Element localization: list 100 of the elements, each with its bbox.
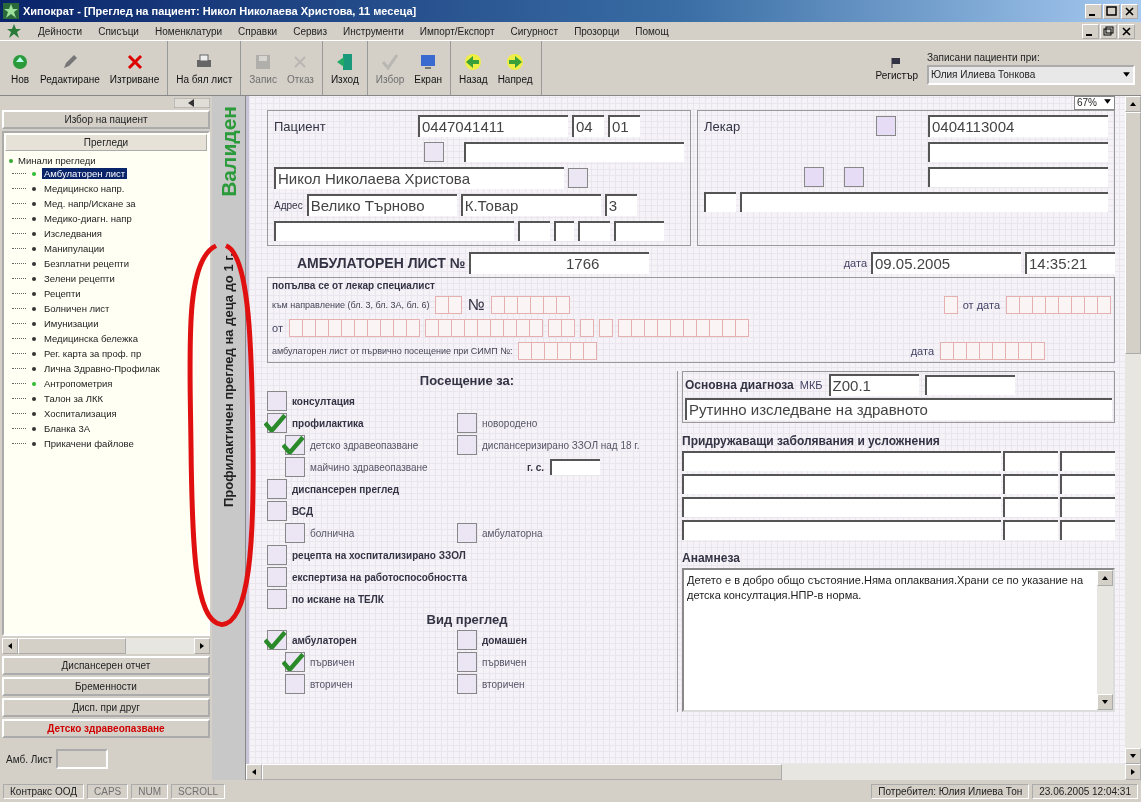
sheet-number-field[interactable]: 1766 xyxy=(469,252,650,274)
toolbar-button[interactable]: Изход xyxy=(325,41,364,95)
menu-item[interactable]: Номенклатури xyxy=(154,25,223,37)
digit-field[interactable] xyxy=(943,296,957,314)
text-field[interactable] xyxy=(704,192,736,212)
checkbox[interactable] xyxy=(457,674,477,694)
tree-item[interactable]: Бланка 3А xyxy=(42,423,93,434)
digit-field[interactable] xyxy=(579,319,593,337)
date-field[interactable]: 09.05.2005 xyxy=(871,252,1021,274)
digit-field[interactable] xyxy=(424,319,542,337)
select-patient-button[interactable]: Избор на пациент xyxy=(2,110,210,129)
text-field[interactable] xyxy=(1003,520,1058,540)
zoom-dropdown[interactable]: 67% xyxy=(1074,96,1115,110)
checkbox[interactable] xyxy=(457,413,477,433)
text-field[interactable] xyxy=(1060,520,1115,540)
checkbox[interactable] xyxy=(285,674,305,694)
diagnosis-field[interactable]: Рутинно изследване на здравното xyxy=(685,398,1112,420)
text-field[interactable] xyxy=(550,459,601,475)
toolbar-button[interactable]: Назад xyxy=(454,41,493,95)
digit-field[interactable] xyxy=(490,296,569,314)
scroll-left-button[interactable] xyxy=(2,638,18,654)
text-field[interactable] xyxy=(1003,451,1058,471)
register-button[interactable]: Регистър xyxy=(870,41,923,95)
tree-item[interactable]: Рег. карта за проф. пр xyxy=(42,348,144,359)
number-field[interactable]: 3 xyxy=(604,194,637,216)
toolbar-button[interactable]: На бял лист xyxy=(171,41,238,95)
tree-item[interactable]: Безплатни рецепти xyxy=(42,258,131,269)
bullet-icon[interactable] xyxy=(8,157,14,164)
menu-item[interactable]: Сигурност xyxy=(510,25,559,37)
tree-item[interactable]: Антропометрия xyxy=(42,378,115,389)
text-field[interactable] xyxy=(928,142,1108,162)
checkbox[interactable] xyxy=(267,630,287,650)
icd-code-field[interactable]: Z00.1 xyxy=(828,374,919,396)
checkbox[interactable] xyxy=(285,457,305,477)
region-field[interactable]: 04 xyxy=(572,115,604,137)
checkbox[interactable] xyxy=(457,523,477,543)
checkbox[interactable] xyxy=(457,630,477,650)
scroll-left-button[interactable] xyxy=(246,764,262,780)
tree-item[interactable]: Болничен лист xyxy=(42,303,112,314)
checkbox[interactable] xyxy=(267,545,287,565)
doctor-id-field[interactable]: 0404113004 xyxy=(928,115,1108,137)
id-number-field[interactable]: 0447041411 xyxy=(418,115,568,137)
city-field[interactable]: Велико Търново xyxy=(306,194,457,216)
minimize-button[interactable] xyxy=(1085,3,1102,19)
text-field[interactable] xyxy=(554,221,574,241)
section-button[interactable]: Бременности xyxy=(2,677,210,696)
scroll-thumb[interactable] xyxy=(18,638,126,654)
checkbox[interactable] xyxy=(457,435,477,455)
text-field[interactable] xyxy=(464,142,684,162)
collapse-button[interactable] xyxy=(174,98,210,108)
text-field[interactable] xyxy=(1003,497,1058,517)
patient-name-field[interactable]: Никол Николаева Христова xyxy=(274,167,564,189)
text-field[interactable] xyxy=(682,520,1001,540)
text-field[interactable] xyxy=(682,474,1001,494)
menu-item[interactable]: Прозорци xyxy=(574,25,620,37)
tree-item[interactable]: Прикачени файлове xyxy=(42,438,136,449)
toolbar-button[interactable]: Екран xyxy=(409,41,447,95)
text-field[interactable] xyxy=(274,221,514,241)
toolbar-button[interactable]: Напред xyxy=(492,41,538,95)
checkbox[interactable] xyxy=(804,167,824,187)
digit-field[interactable] xyxy=(518,342,597,360)
time-field[interactable]: 14:35:21 xyxy=(1025,252,1115,274)
scroll-up-button[interactable] xyxy=(1125,96,1141,112)
digit-field[interactable] xyxy=(547,319,574,337)
text-field[interactable] xyxy=(578,221,610,241)
digit-field[interactable] xyxy=(617,319,748,337)
digit-field[interactable] xyxy=(288,319,419,337)
text-field[interactable] xyxy=(682,497,1001,517)
tree-item[interactable]: Имунизации xyxy=(42,318,101,329)
tree-item[interactable]: Манипулации xyxy=(42,243,107,254)
tree-item[interactable]: Лична Здравно-Профилак xyxy=(42,363,162,374)
tree-item[interactable]: Мед. напр/Искане за xyxy=(42,198,138,209)
tree-item[interactable]: Медико-диагн. напр xyxy=(42,213,134,224)
text-field[interactable] xyxy=(614,221,664,241)
digit-field[interactable] xyxy=(598,319,612,337)
checkbox[interactable] xyxy=(285,523,305,543)
toolbar-button[interactable]: Нов xyxy=(5,41,35,95)
street-field[interactable]: К.Товар xyxy=(460,194,601,216)
scroll-right-button[interactable] xyxy=(194,638,210,654)
minimize-button[interactable] xyxy=(1082,23,1099,39)
doctor-dropdown[interactable]: Юлия Илиева Тонкова xyxy=(927,64,1135,85)
horizontal-scrollbar[interactable] xyxy=(246,764,1141,780)
checkbox[interactable] xyxy=(267,567,287,587)
checkbox[interactable] xyxy=(267,391,287,411)
scroll-thumb[interactable] xyxy=(262,764,782,780)
tree-item[interactable]: Талон за ЛКК xyxy=(42,393,106,404)
menu-item[interactable]: Инструменти xyxy=(343,25,404,37)
checkbox[interactable] xyxy=(285,652,305,672)
checkbox[interactable] xyxy=(457,652,477,672)
digit-field[interactable] xyxy=(1006,296,1110,314)
checkbox[interactable] xyxy=(267,501,287,521)
checkbox[interactable] xyxy=(424,142,444,162)
digit-field[interactable] xyxy=(940,342,1044,360)
close-button[interactable] xyxy=(1121,3,1138,19)
tree-item[interactable]: Медицинска бележка xyxy=(42,333,140,344)
scroll-down-button[interactable] xyxy=(1125,748,1141,764)
menu-item[interactable]: Импорт/Експорт xyxy=(419,25,495,37)
tree-item[interactable]: Зелени рецепти xyxy=(42,273,117,284)
section-button[interactable]: Детско здравеопазване xyxy=(2,719,210,738)
checkbox[interactable] xyxy=(568,168,588,188)
